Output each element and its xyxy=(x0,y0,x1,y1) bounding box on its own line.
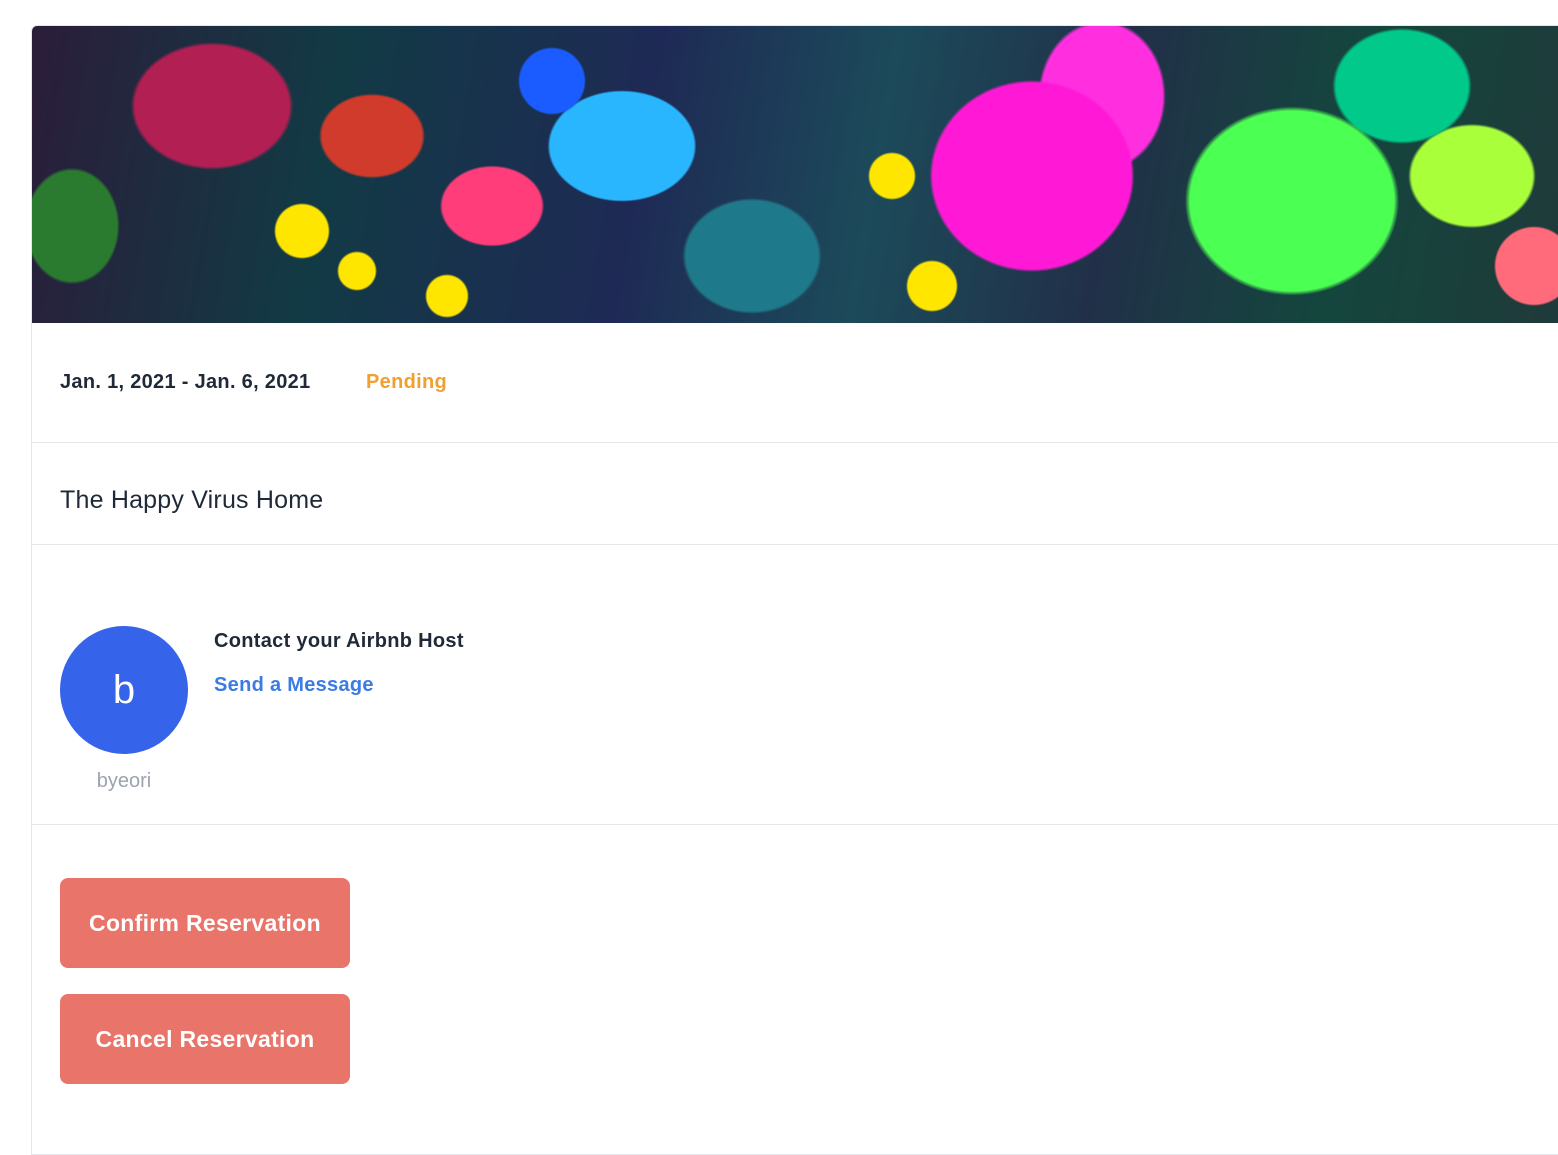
send-message-link[interactable]: Send a Message xyxy=(214,674,374,697)
host-username: byeori xyxy=(96,770,152,792)
reservation-dates: Jan. 1, 2021 - Jan. 6, 2021 xyxy=(60,371,311,393)
room-name: The Happy Virus Home xyxy=(60,486,324,514)
confirm-reservation-button[interactable]: Confirm Reservation xyxy=(60,878,350,968)
reservation-status: Pending xyxy=(366,371,447,393)
cancel-reservation-button[interactable]: Cancel Reservation xyxy=(60,994,350,1084)
reservation-dates-row: Jan. 1, 2021 - Jan. 6, 2021 Pending xyxy=(32,323,1558,443)
room-title-row: The Happy Virus Home xyxy=(32,443,1558,545)
host-contact-row: b byeori Contact your Airbnb Host Send a… xyxy=(32,545,1558,825)
reservation-card: Jan. 1, 2021 - Jan. 6, 2021 Pending The … xyxy=(31,25,1558,1155)
contact-host-title: Contact your Airbnb Host xyxy=(214,630,464,652)
host-avatar-initial: b xyxy=(112,667,136,712)
room-banner-image xyxy=(32,26,1558,323)
host-avatar: b xyxy=(60,626,188,754)
